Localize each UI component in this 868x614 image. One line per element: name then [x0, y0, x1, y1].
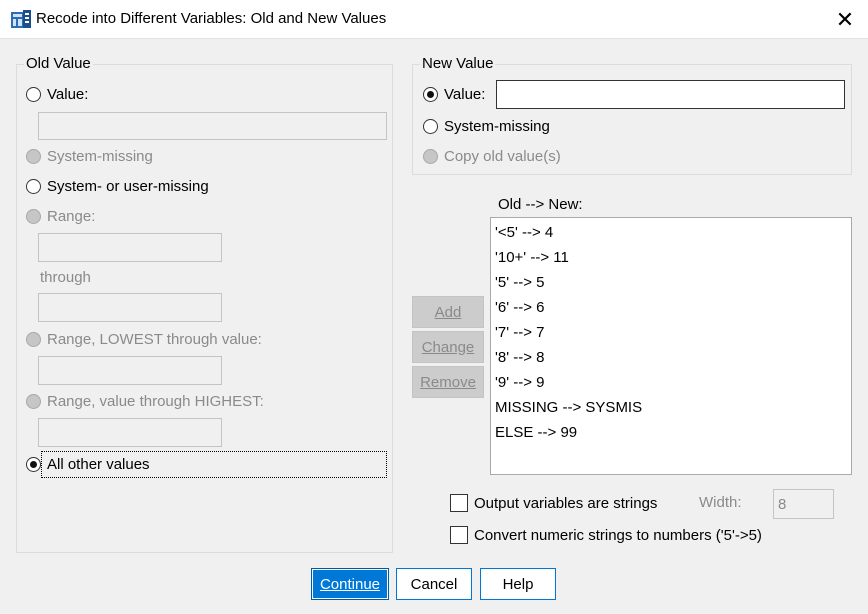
new-value-label: Value: — [444, 86, 486, 103]
convert-numeric-label: Convert numeric strings to numbers ('5'-… — [474, 526, 762, 544]
title-bar: Recode into Different Variables: Old and… — [0, 0, 868, 39]
old-value-legend: Old Value — [24, 55, 93, 72]
radio-button-icon — [26, 179, 41, 194]
radio-button-icon — [423, 119, 438, 134]
old-system-missing-label: System-missing — [47, 148, 153, 165]
cancel-button[interactable]: Cancel — [396, 568, 472, 600]
range-from-input[interactable] — [38, 233, 222, 262]
old-value-label: Value: — [47, 86, 89, 103]
old-range-highest-radio[interactable]: Range, value through HIGHEST: — [26, 393, 264, 410]
spss-app-icon — [11, 10, 31, 28]
output-strings-label: Output variables are strings — [474, 494, 658, 512]
old-range-lowest-radio[interactable]: Range, LOWEST through value: — [26, 331, 262, 348]
continue-button[interactable]: Continue — [311, 568, 389, 600]
list-item[interactable]: '10+' --> 11 — [495, 247, 851, 272]
mapping-list[interactable]: '<5' --> 4 '10+' --> 11 '5' --> 5 '6' --… — [490, 217, 852, 475]
old-value-input[interactable] — [38, 112, 387, 140]
copy-old-value-label: Copy old value(s) — [444, 148, 561, 165]
old-range-lowest-label: Range, LOWEST through value: — [47, 331, 262, 348]
radio-button-selected-icon — [26, 457, 41, 472]
old-range-label: Range: — [47, 208, 96, 225]
convert-numeric-checkbox[interactable]: Convert numeric strings to numbers ('5'-… — [450, 526, 762, 544]
radio-button-selected-icon — [423, 87, 438, 102]
close-button[interactable]: ✕ — [822, 0, 868, 39]
old-value-radio[interactable]: Value: — [26, 86, 88, 103]
new-value-radio[interactable]: Value: — [423, 86, 485, 103]
mapping-list-header: Old --> New: — [498, 196, 583, 213]
radio-button-icon — [26, 209, 41, 224]
help-button[interactable]: Help — [480, 568, 556, 600]
old-all-other-radio[interactable]: All other values — [26, 456, 150, 473]
list-item[interactable]: '8' --> 8 — [495, 347, 851, 372]
range-to-input[interactable] — [38, 293, 222, 322]
close-icon: ✕ — [835, 6, 855, 32]
radio-button-icon — [423, 149, 438, 164]
new-value-legend: New Value — [420, 55, 496, 72]
old-system-or-user-missing-radio[interactable]: System- or user-missing — [26, 178, 209, 195]
through-label: through — [40, 269, 91, 286]
new-value-input[interactable] — [496, 80, 845, 109]
change-button[interactable]: Change — [412, 331, 484, 363]
radio-button-icon — [26, 394, 41, 409]
radio-button-icon — [26, 87, 41, 102]
list-item[interactable]: '6' --> 6 — [495, 297, 851, 322]
list-item[interactable]: '7' --> 7 — [495, 322, 851, 347]
list-item[interactable]: ELSE --> 99 — [495, 422, 851, 447]
remove-button[interactable]: Remove — [412, 366, 484, 398]
list-item[interactable]: MISSING --> SYSMIS — [495, 397, 851, 422]
old-system-missing-radio[interactable]: System-missing — [26, 148, 153, 165]
width-label: Width: — [699, 494, 742, 511]
add-button[interactable]: Add — [412, 296, 484, 328]
range-lowest-input[interactable] — [38, 356, 222, 385]
new-system-missing-label: System-missing — [444, 118, 550, 135]
list-item[interactable]: '9' --> 9 — [495, 372, 851, 397]
output-strings-checkbox[interactable]: Output variables are strings — [450, 494, 657, 512]
copy-old-value-radio[interactable]: Copy old value(s) — [423, 148, 561, 165]
radio-button-icon — [26, 149, 41, 164]
old-range-radio[interactable]: Range: — [26, 208, 95, 225]
old-system-or-user-missing-label: System- or user-missing — [47, 178, 209, 195]
radio-button-icon — [26, 332, 41, 347]
width-input[interactable]: 8 — [773, 489, 834, 519]
range-highest-input[interactable] — [38, 418, 222, 447]
old-all-other-label: All other values — [47, 456, 150, 473]
list-item[interactable]: '5' --> 5 — [495, 272, 851, 297]
checkbox-icon — [450, 526, 468, 544]
new-system-missing-radio[interactable]: System-missing — [423, 118, 550, 135]
window-title: Recode into Different Variables: Old and… — [36, 10, 387, 27]
checkbox-icon — [450, 494, 468, 512]
old-range-highest-label: Range, value through HIGHEST: — [47, 393, 264, 410]
list-item[interactable]: '<5' --> 4 — [495, 222, 851, 247]
